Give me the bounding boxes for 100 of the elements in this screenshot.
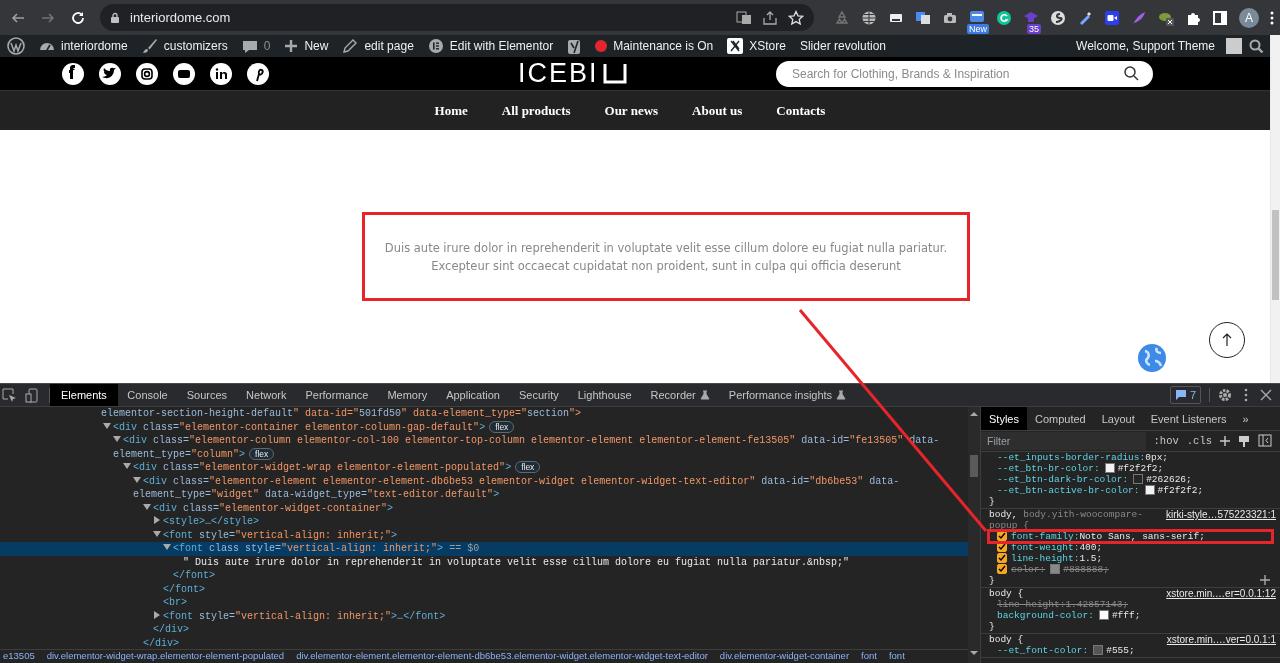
checkbox[interactable] <box>997 531 1007 542</box>
dom-node[interactable]: <div class="elementor-element elementor-element-db6be53 elementor-widget elementor-widget-text-editor" data-id="db6be53" data-element_type="widget" data-widget_type="text-editor.default"> <box>0 474 968 502</box>
flex-badge[interactable]: flex <box>249 447 275 460</box>
scroll-down-icon[interactable] <box>970 650 978 656</box>
closing-tag[interactable]: </font> <box>0 569 968 583</box>
flex-badge[interactable]: flex <box>515 461 541 473</box>
social-icon[interactable] <box>99 62 121 85</box>
dom-node[interactable]: <style>…</style> <box>0 515 968 529</box>
globe-icon[interactable] <box>1137 343 1167 373</box>
account-link[interactable]: Welcome, Support Theme <box>1069 35 1249 57</box>
breadcrumb[interactable]: font <box>861 650 877 662</box>
property-name[interactable]: font-family: <box>1011 530 1080 542</box>
expand-arrow-icon[interactable] <box>103 421 111 430</box>
property-value[interactable]: 1.5; <box>1079 552 1103 564</box>
admin-bar-link[interactable]: customizers <box>134 35 235 57</box>
styles-tab[interactable]: Styles <box>981 407 1027 430</box>
search-icon[interactable] <box>1124 66 1139 81</box>
devtools-tab[interactable]: Lighthouse <box>568 384 642 406</box>
feather-icon[interactable] <box>1131 9 1147 26</box>
nav-link[interactable]: All products <box>484 102 588 119</box>
inspect-icon[interactable] <box>2 387 17 403</box>
expand-arrow-icon[interactable] <box>123 462 131 470</box>
color-swatch[interactable] <box>1133 474 1144 485</box>
css-selector[interactable]: body { <box>989 633 1161 645</box>
plus-icon[interactable] <box>1260 575 1270 586</box>
source-link[interactable]: xstore.min.…ver=0.0.1:1 <box>1166 633 1276 645</box>
scroll-up-icon[interactable] <box>970 411 978 417</box>
checkbox[interactable] <box>997 564 1007 575</box>
breadcrumb[interactable]: e13505 <box>3 650 35 662</box>
site-logo[interactable]: ICEBI <box>518 58 599 89</box>
social-icon[interactable] <box>210 62 232 85</box>
more-tabs-button[interactable]: » <box>1234 407 1257 430</box>
dom-node[interactable]: <div class="elementor-container elementor-column-gap-default"> flex <box>0 420 968 434</box>
translate-icon[interactable] <box>736 9 752 26</box>
share-icon[interactable] <box>762 9 778 26</box>
property-value[interactable]: #262626; <box>1146 473 1192 485</box>
devtools-tab[interactable]: Recorder <box>641 384 720 406</box>
breadcrumb[interactable]: div.elementor-widget-wrap.elementor-element-populated <box>46 650 285 662</box>
breadcrumb[interactable]: font <box>888 650 905 662</box>
devtools-tab[interactable]: Application <box>436 384 510 406</box>
extension-icon[interactable] <box>1050 9 1066 26</box>
issues-button[interactable]: 7 <box>1169 386 1201 404</box>
property-value[interactable]: #fff; <box>1111 609 1141 621</box>
property-name[interactable]: color: <box>1011 563 1046 575</box>
social-icon[interactable] <box>62 62 84 85</box>
admin-bar-link[interactable]: edit page <box>335 35 421 57</box>
filter-field[interactable]: Filter <box>981 431 1146 450</box>
color-swatch[interactable] <box>1050 564 1061 575</box>
closing-tag[interactable]: </font> <box>0 582 968 596</box>
property-name[interactable]: --et_btn-dark-br-color: <box>997 473 1129 485</box>
property-name[interactable]: line-height: <box>1011 552 1080 564</box>
reload-icon[interactable] <box>70 9 86 26</box>
expand-arrow-icon[interactable] <box>153 610 161 619</box>
star-icon[interactable] <box>788 9 804 26</box>
checkbox[interactable] <box>997 542 1007 553</box>
expand-arrow-icon[interactable] <box>153 529 161 538</box>
property-name[interactable]: line-height: <box>997 598 1066 610</box>
nav-link[interactable]: Contacts <box>759 102 843 119</box>
admin-bar-link[interactable]: New <box>277 35 336 57</box>
expand-arrow-icon[interactable] <box>143 502 151 511</box>
closing-tag[interactable]: </div> <box>0 636 968 650</box>
property-name[interactable]: --et_font-color: <box>997 644 1089 656</box>
property-value[interactable]: Noto Sans, sans-serif; <box>1079 530 1205 542</box>
nav-link[interactable]: Home <box>417 102 485 119</box>
property-value[interactable]: 1.42857143; <box>1065 598 1129 610</box>
devtools-tab[interactable]: Console <box>117 384 178 406</box>
dom-node[interactable]: <font class style="vertical-align: inherit;"> == $0 <box>0 542 968 556</box>
styles-tab[interactable]: Computed <box>1026 407 1094 430</box>
property-name[interactable]: font-weight: <box>1011 541 1080 553</box>
expand-arrow-icon[interactable] <box>163 543 171 551</box>
device-icon[interactable] <box>25 387 39 403</box>
globe-icon[interactable] <box>861 9 877 26</box>
more-icon[interactable] <box>1270 9 1274 26</box>
devtools-tab[interactable]: Network <box>236 384 296 406</box>
plus-icon[interactable] <box>1220 435 1230 446</box>
dom-node[interactable]: " Duis aute irure dolor in reprehenderit in voluptate velit esse cillum dolore eu fugiat nulla pariatur.&nbsp;" <box>0 555 968 569</box>
address-bar[interactable]: interiordome.com <box>100 4 814 31</box>
search-field[interactable]: Search for Clothing, Brands & Inspiration <box>776 60 1153 87</box>
property-value[interactable]: #888888; <box>1063 563 1109 575</box>
devtools-tab[interactable]: Memory <box>377 384 437 406</box>
flex-badge[interactable]: flex <box>489 420 515 433</box>
hov-toggle[interactable]: :hov <box>1153 434 1179 447</box>
breadcrumb[interactable]: div.elementor-element.elementor-element-db6be53.elementor-widget.elementor-widget-text-editor <box>296 650 708 662</box>
admin-bar-link[interactable]: Maintenance is On <box>588 35 721 57</box>
more-icon[interactable] <box>1244 388 1248 402</box>
property-name[interactable]: --et_inputs-border-radius: <box>997 451 1146 463</box>
styles-tab[interactable]: Layout <box>1093 407 1143 430</box>
property-name[interactable]: background-color: <box>997 609 1094 621</box>
css-selector[interactable]: body { <box>989 587 1161 599</box>
extension-icon[interactable] <box>996 9 1012 26</box>
breadcrumb[interactable]: div.elementor-widget-container <box>719 650 850 662</box>
checkbox[interactable] <box>997 553 1007 564</box>
admin-bar-link[interactable]: XStore <box>720 35 793 57</box>
source-link[interactable]: kirki-style…575223321:1 <box>1165 508 1276 531</box>
scrollbar-thumb[interactable] <box>1272 210 1279 300</box>
video-icon[interactable] <box>1104 9 1120 26</box>
social-icon[interactable] <box>136 62 158 85</box>
dom-node[interactable]: elementor-section-height-default" data-id="501fd50" data-element_type="section"> <box>0 407 968 421</box>
sidebar-toggle-icon[interactable] <box>1258 434 1272 448</box>
settings-icon[interactable] <box>1218 388 1232 402</box>
